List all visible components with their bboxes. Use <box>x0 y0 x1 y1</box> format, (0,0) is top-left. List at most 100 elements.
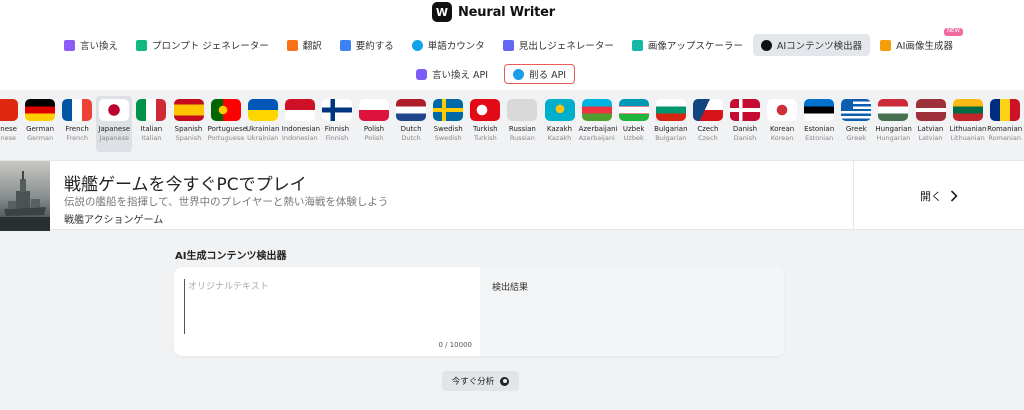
language-option-pt[interactable]: Portuguese Portuguese <box>207 96 247 152</box>
language-option-cn[interactable]: ChineseChinese <box>0 96 21 152</box>
language-name: Kazakh <box>546 125 573 133</box>
translate-icon <box>286 39 298 51</box>
language-name: Chinese <box>0 125 17 133</box>
language-native-name: Romanian <box>988 134 1021 142</box>
flag-ro-icon <box>989 99 1020 121</box>
language-option-bg[interactable]: Bulgarian Bulgarian <box>653 96 689 152</box>
paraphrase-api-button[interactable]: 言い換え API <box>408 64 496 84</box>
language-option-pl[interactable]: Polish Polish <box>356 96 392 152</box>
language-name: Estonian <box>804 125 835 133</box>
language-option-az[interactable]: Azerbaijani Azerbaijani <box>578 96 618 152</box>
flag-pt-icon <box>210 99 241 121</box>
ai-detector-icon <box>760 39 772 51</box>
language-option-hu[interactable]: Hungarian Hungarian <box>875 96 912 152</box>
language-native-name: Portuguese <box>207 134 245 142</box>
nav-item-ai-detector[interactable]: AIコンテンツ検出器 <box>752 34 871 56</box>
language-name: Lithuanian <box>949 125 987 133</box>
language-name: French <box>65 125 89 133</box>
language-option-jp[interactable]: Japanese Japanese <box>96 96 133 152</box>
api-icon <box>416 68 427 80</box>
nav-item-prompt[interactable]: プロンプト ジェネレーター <box>128 34 277 56</box>
language-name: Dutch <box>400 125 422 133</box>
flag-pl-icon <box>359 99 389 121</box>
language-option-tr[interactable]: Turkish Turkish <box>467 96 503 152</box>
detector-title: AI生成コンテンツ検出器 <box>175 251 287 262</box>
language-option-uz[interactable]: Uzbek Uzbek <box>616 96 652 152</box>
language-option-es[interactable]: Spanish Spanish <box>171 96 207 152</box>
nav-item-word-counter[interactable]: 単語カウンタ <box>404 34 493 56</box>
flag-az-icon <box>581 99 612 121</box>
language-option-de[interactable]: German German <box>22 96 58 152</box>
language-option-ee[interactable]: Estonian Estonian <box>801 96 837 152</box>
tool-nav: 言い換え プロンプト ジェネレーター 翻訳 要約する 単語カウンタ 見出しジェネレーター 画… <box>56 28 963 56</box>
language-native-name: Azerbaijani <box>578 134 615 142</box>
language-option-kr[interactable]: Korean Korean <box>764 96 800 152</box>
language-native-name: Swedish <box>434 134 462 142</box>
original-text-input[interactable] <box>184 279 474 334</box>
language-option-it[interactable]: Italian Italian <box>133 96 169 152</box>
analyze-button[interactable]: 今すぐ分析 <box>442 371 519 391</box>
language-native-name: Chinese <box>0 134 16 142</box>
nav-item-label: 見出しジェネレーター <box>518 41 614 52</box>
language-option-fi[interactable]: Finnish Finnish <box>319 96 355 152</box>
language-option-ua[interactable]: Ukrainian Ukrainian <box>245 96 281 152</box>
flag-cn-icon <box>0 99 18 121</box>
language-option-gr[interactable]: Greek Greek <box>838 96 874 152</box>
language-native-name: Spanish <box>175 134 202 142</box>
language-native-name: Uzbek <box>623 134 644 142</box>
flag-tr-icon <box>470 99 501 121</box>
language-option-ro[interactable]: Romanian Romanian <box>987 96 1023 152</box>
paraphrase-api-label: 言い換え API <box>432 70 489 81</box>
flag-uz-icon <box>618 99 649 121</box>
language-name: Greek <box>845 125 867 133</box>
prompt-icon <box>136 39 148 51</box>
flag-fr-icon <box>62 99 93 121</box>
input-pane: 0 / 10000 <box>174 267 480 356</box>
brand[interactable]: W Neural Writer <box>432 1 555 23</box>
language-option-lt[interactable]: Lithuanian Lithuanian <box>950 96 986 152</box>
flag-nl-icon <box>396 99 427 121</box>
language-native-name: Korean <box>770 134 794 142</box>
delete-api-button[interactable]: 削る API <box>504 64 576 84</box>
language-option-cz[interactable]: Czech Czech <box>690 96 726 152</box>
nav-item-upscaler[interactable]: 画像アップスケーラー <box>624 34 751 56</box>
language-name: Indonesian <box>281 125 321 133</box>
analyze-button-label: 今すぐ分析 <box>451 377 495 387</box>
nav-item-label: 言い換え <box>80 41 119 52</box>
language-native-name: French <box>66 134 88 142</box>
char-counter: 0 / 10000 <box>438 341 472 349</box>
flag-it-icon <box>136 99 167 121</box>
ad-open-label: 開く <box>920 190 942 203</box>
language-selector: ChineseChineseGermanGermanFrenchFrenchJa… <box>0 92 1024 156</box>
language-option-kz[interactable]: Kazakh Kazakh <box>542 96 578 152</box>
nav-item-headline[interactable]: 見出しジェネレーター <box>495 34 622 56</box>
nav-item-paraphrase[interactable]: 言い換え <box>56 34 126 56</box>
language-option-id[interactable]: Indonesian Indonesian <box>281 96 321 152</box>
language-option-fr[interactable]: French French <box>59 96 95 152</box>
language-name: Uzbek <box>622 125 645 133</box>
nav-item-image-generator[interactable]: AI画像生成器 NEW <box>872 28 963 56</box>
language-name: Swedish <box>433 125 463 133</box>
ad-banner[interactable]: 戦艦ゲームを今すぐPCでプレイ 伝説の艦船を指揮して、世界中のプレイヤーと熱い海… <box>0 160 1024 231</box>
ad-open-button[interactable]: 開く <box>853 161 1024 231</box>
language-name: Danish <box>732 125 758 133</box>
language-name: Hungarian <box>875 125 912 133</box>
language-option-dk[interactable]: Danish Danish <box>727 96 763 152</box>
language-native-name: Bulgarian <box>655 134 687 142</box>
chevron-right-icon <box>950 190 958 202</box>
language-native-name: German <box>27 134 54 142</box>
language-name: Latvian <box>917 125 944 133</box>
nav-item-label: 要約する <box>355 41 394 52</box>
language-option-nl[interactable]: Dutch Dutch <box>393 96 429 152</box>
language-option-ru[interactable]: Russian Russian <box>504 96 540 152</box>
language-option-se[interactable]: Swedish Swedish <box>430 96 466 152</box>
flag-de-icon <box>25 99 56 121</box>
image-generator-icon <box>880 39 892 51</box>
nav-item-label: 画像アップスケーラー <box>647 41 743 52</box>
nav-item-summarize[interactable]: 要約する <box>332 34 402 56</box>
nav-item-translate[interactable]: 翻訳 <box>279 34 330 56</box>
language-option-lv[interactable]: Latvian Latvian <box>913 96 949 152</box>
flag-es-icon <box>173 99 204 121</box>
flag-kz-icon <box>544 99 575 121</box>
flag-ua-icon <box>247 99 278 121</box>
